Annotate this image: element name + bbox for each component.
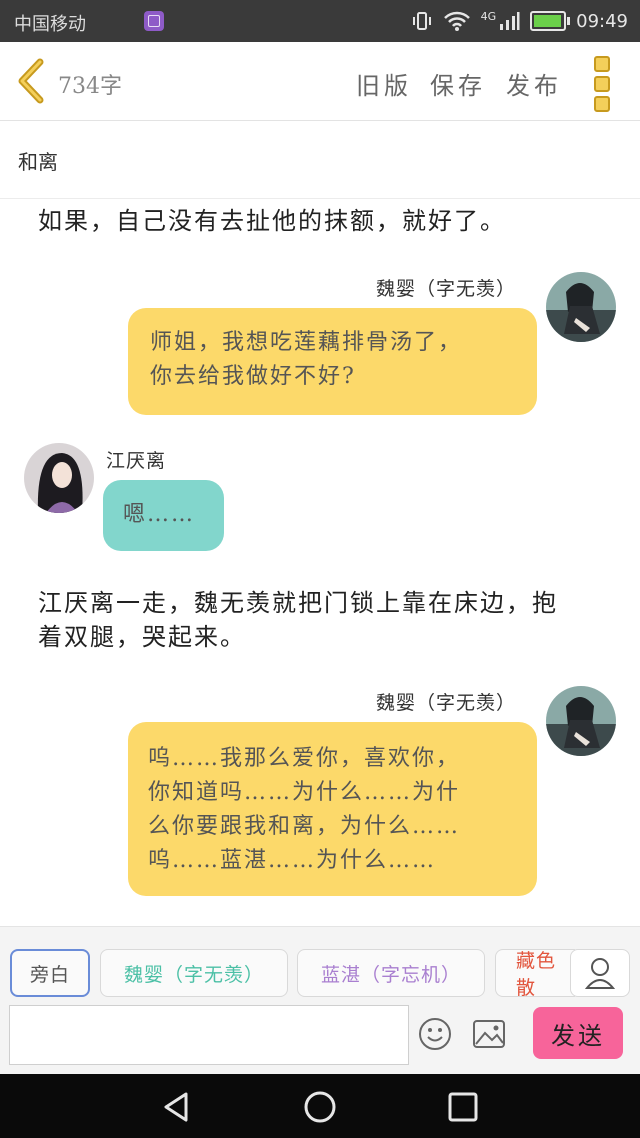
narration-text: 如果，自己没有去扯他的抹额，就好了。 [38, 207, 506, 235]
nav-recents-icon[interactable] [446, 1090, 480, 1124]
status-icons: 4G 09:49 [411, 10, 628, 32]
publish-button[interactable]: 发布 [506, 66, 562, 101]
clock: 09:49 [576, 10, 628, 32]
narration-line: 着双腿，哭起来。 [38, 623, 246, 651]
chat-bubble-line: 么你要跟我和离，为什么…… [148, 814, 461, 839]
signal-icon [500, 12, 520, 30]
wifi-icon [443, 11, 470, 31]
title-divider [0, 198, 640, 199]
narration-text: 江厌离一走，魏无羡就把门锁上靠在床边，抱 着双腿，哭起来。 [38, 586, 558, 654]
chat-bubble-line: 你去给我做好不好? [150, 364, 356, 389]
chat-bubble: 师姐，我想吃莲藕排骨汤了， 你去给我做好不好? [128, 308, 537, 415]
chat-bubble-line: 呜……我那么爱你，喜欢你， [148, 746, 461, 771]
chat-bubble: 嗯…… [103, 480, 224, 551]
back-arrow-icon[interactable] [14, 58, 50, 104]
vibrate-icon [412, 12, 431, 30]
image-icon[interactable] [472, 1019, 506, 1049]
nav-home-icon[interactable] [303, 1090, 337, 1124]
avatar-wei-ying[interactable] [546, 686, 616, 756]
composer: 旁白 魏婴（字无羡） 蓝湛（字忘机） 藏色散 发送 [0, 926, 640, 1075]
role-chip-cang-se-san[interactable]: 藏色散 [495, 949, 575, 997]
message-input[interactable] [9, 1005, 409, 1065]
role-chip-lan-zhan[interactable]: 蓝湛（字忘机） [297, 949, 485, 997]
avatar-jiang-yanli[interactable] [24, 443, 94, 513]
editor-header: 734字 旧版 保存 发布 [0, 42, 640, 121]
old-version-button[interactable]: 旧版 [356, 66, 412, 101]
speaker-name: 魏婴（字无羡） [376, 692, 517, 714]
chat-bubble-line: 师姐，我想吃莲藕排骨汤了， [150, 330, 463, 355]
narration-line: 江厌离一走，魏无羡就把门锁上靠在床边，抱 [38, 589, 558, 617]
save-button[interactable]: 保存 [430, 66, 486, 101]
speaker-name: 江厌离 [106, 450, 167, 472]
battery-icon [530, 11, 571, 31]
role-chip-wei-ying[interactable]: 魏婴（字无羡） [100, 949, 288, 997]
chat-bubble-line: 嗯…… [123, 502, 196, 527]
nav-back-icon[interactable] [160, 1090, 194, 1124]
more-menu-icon[interactable] [594, 56, 612, 112]
chat-bubble-line: 呜……蓝湛……为什么…… [148, 848, 437, 873]
user-icon [584, 958, 616, 989]
send-button[interactable]: 发送 [533, 1007, 623, 1059]
network-type-label: 4G [480, 9, 497, 23]
speaker-name: 魏婴（字无羡） [376, 278, 517, 300]
status-bar: 中国移动 4G 09:49 [0, 0, 640, 42]
gallery-notification-icon [144, 11, 164, 31]
document-title[interactable]: 和离 [18, 146, 58, 175]
carrier-label: 中国移动 [14, 14, 86, 35]
chat-bubble-line: 你知道吗……为什么……为什 [148, 780, 461, 805]
add-role-button[interactable] [570, 949, 630, 997]
system-nav-bar [0, 1074, 640, 1138]
word-count: 734字 [58, 74, 122, 99]
emoji-icon[interactable] [418, 1017, 452, 1051]
avatar-wei-ying[interactable] [546, 272, 616, 342]
role-chip-narration[interactable]: 旁白 [10, 949, 90, 997]
chat-bubble: 呜……我那么爱你，喜欢你， 你知道吗……为什么……为什 么你要跟我和离，为什么…… [128, 722, 537, 896]
